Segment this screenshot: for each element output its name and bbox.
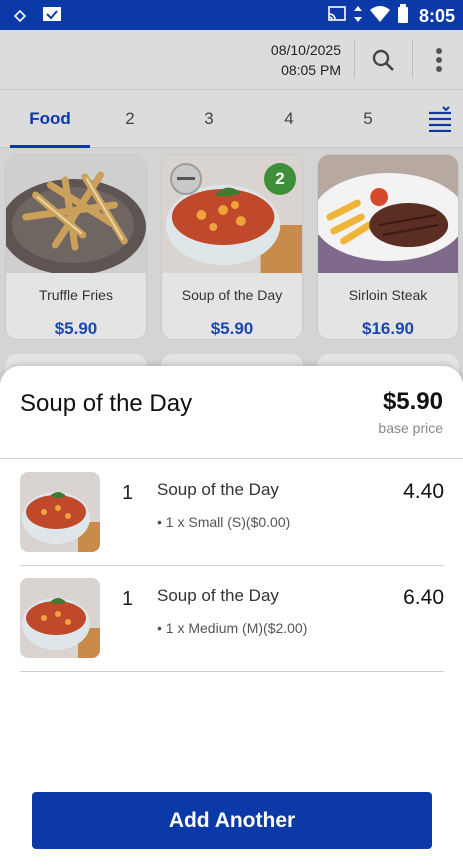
status-time: 8:05 bbox=[418, 6, 455, 26]
product-card-soup-of-the-day[interactable]: 2 Soup of the Day $5.90 bbox=[161, 154, 303, 340]
base-price-caption: base price bbox=[378, 420, 443, 436]
line-amount: 4.40 bbox=[403, 480, 444, 503]
sheet-title: Soup of the Day bbox=[20, 390, 193, 417]
status-bar: 8:05 bbox=[0, 0, 463, 30]
line-item-option: • 1 x Small (S)($0.00) bbox=[157, 514, 291, 530]
more-options-button[interactable] bbox=[423, 44, 455, 76]
line-amount: 6.40 bbox=[403, 586, 444, 609]
product-card-truffle-fries[interactable]: Truffle Fries $5.90 bbox=[5, 154, 147, 340]
add-another-button[interactable]: Add Another bbox=[32, 792, 432, 849]
divider bbox=[354, 40, 355, 78]
tab-2[interactable]: 2 bbox=[90, 90, 170, 148]
tab-3[interactable]: 3 bbox=[169, 90, 249, 148]
header-time: 08:05 PM bbox=[281, 62, 341, 78]
line-quantity: 1 bbox=[122, 482, 134, 504]
header-date: 08/10/2025 bbox=[270, 42, 341, 58]
product-price: $16.90 bbox=[362, 319, 414, 338]
line-item-name: Soup of the Day bbox=[157, 480, 279, 499]
order-line-item[interactable]: 1 Soup of the Day • 1 x Small (S)($0.00)… bbox=[20, 460, 444, 566]
category-menu-button[interactable] bbox=[427, 106, 453, 133]
search-button[interactable] bbox=[367, 44, 399, 76]
product-name: Truffle Fries bbox=[39, 287, 113, 303]
divider bbox=[0, 458, 463, 459]
line-item-option: • 1 x Medium (M)($2.00) bbox=[157, 620, 308, 636]
category-tabs: Food 2 3 4 5 bbox=[0, 90, 463, 148]
product-name: Sirloin Steak bbox=[348, 287, 428, 303]
wifi-icon bbox=[369, 5, 391, 28]
tab-food[interactable]: Food bbox=[10, 90, 90, 148]
cart-count-badge: 2 bbox=[264, 163, 296, 195]
product-grid: Truffle Fries $5.90 2 Soup of the Day $5… bbox=[0, 148, 463, 384]
app-header: 08/10/2025 08:05 PM bbox=[0, 30, 463, 90]
truffle-fries-image bbox=[6, 155, 146, 273]
base-price: $5.90 bbox=[382, 388, 443, 415]
tab-5[interactable]: 5 bbox=[328, 90, 408, 148]
remove-item-button[interactable] bbox=[170, 163, 202, 195]
search-icon bbox=[372, 49, 394, 71]
list-menu-icon bbox=[429, 106, 451, 133]
divider bbox=[412, 40, 413, 78]
battery-icon bbox=[397, 4, 409, 29]
soup-thumbnail bbox=[20, 472, 100, 552]
cast-icon bbox=[327, 5, 347, 28]
product-name: Soup of the Day bbox=[181, 287, 283, 303]
check-icon bbox=[42, 6, 62, 29]
notification-icon bbox=[13, 9, 27, 27]
divider bbox=[20, 671, 444, 672]
tab-4[interactable]: 4 bbox=[249, 90, 329, 148]
minus-icon bbox=[177, 177, 195, 180]
product-price: $5.90 bbox=[54, 319, 98, 338]
date-time: 08/10/2025 08:05 PM bbox=[271, 40, 341, 80]
more-vert-icon bbox=[436, 48, 442, 72]
product-price: $5.90 bbox=[210, 319, 254, 338]
soup-thumbnail bbox=[20, 578, 100, 658]
item-detail-sheet: Soup of the Day $5.90 base price 1 Soup … bbox=[0, 366, 463, 866]
product-card-sirloin-steak[interactable]: Sirloin Steak $16.90 bbox=[317, 154, 459, 340]
steak-image bbox=[318, 155, 458, 273]
order-line-item[interactable]: 1 Soup of the Day • 1 x Medium (M)($2.00… bbox=[20, 566, 444, 672]
data-arrows-icon bbox=[353, 5, 363, 28]
line-item-name: Soup of the Day bbox=[157, 586, 279, 605]
line-quantity: 1 bbox=[122, 588, 134, 610]
